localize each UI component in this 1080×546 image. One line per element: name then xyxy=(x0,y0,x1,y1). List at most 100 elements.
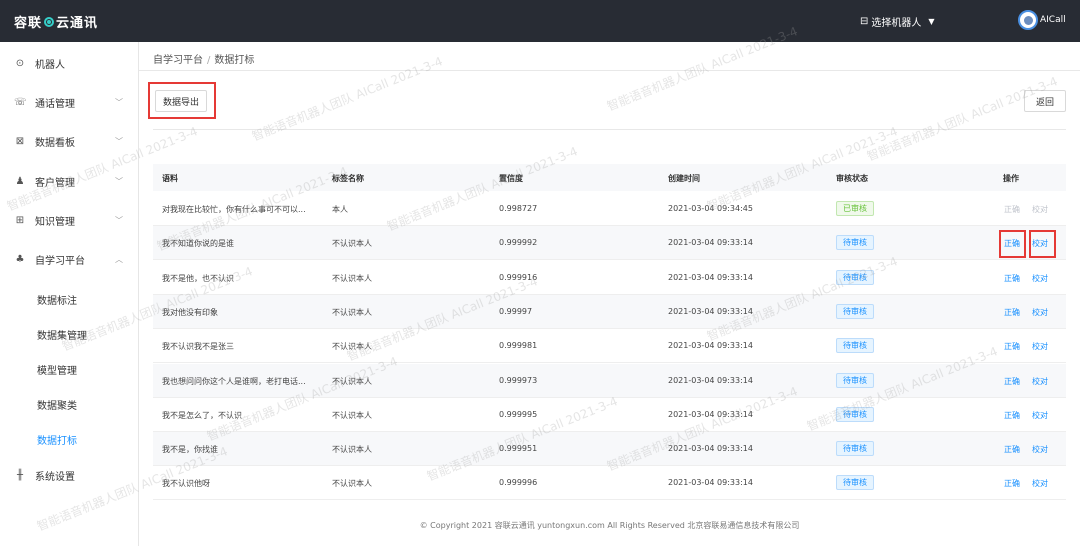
correct-button[interactable]: 正确 xyxy=(1004,273,1020,284)
proofread-button[interactable]: 校对 xyxy=(1032,478,1048,489)
sidebar-item-call-management[interactable]: ☏ 通话管理 ﹀ xyxy=(0,90,139,114)
column-header: 操作 xyxy=(1003,174,1019,183)
confidence-cell: 0.999996 xyxy=(499,478,538,488)
table-row: 我不认识他呀 不认识本人 0.999996 2021-03-04 09:33:14 待审… xyxy=(153,466,1066,501)
created-time-cell: 2021-03-04 09:33:14 xyxy=(668,478,753,488)
proofread-button[interactable]: 校对 xyxy=(1032,410,1048,421)
status-badge: 待审核 xyxy=(836,235,874,251)
highlight-box xyxy=(999,230,1026,258)
corpus-cell: 我不是他，也不认识 xyxy=(162,273,234,283)
sidebar-item-label: 系统设置 xyxy=(35,471,75,483)
table-row: 我对他没有印象 不认识本人 0.99997 2021-03-04 09:33:14 待审… xyxy=(153,294,1066,329)
proofread-button[interactable]: 校对 xyxy=(1032,273,1048,284)
proofread-button[interactable]: 校对 xyxy=(1032,444,1048,455)
proofread-button[interactable]: 校对 xyxy=(1032,307,1048,318)
status-badge: 待审核 xyxy=(836,372,874,388)
correct-button[interactable]: 正确 xyxy=(1004,376,1020,387)
breadcrumb: 自学习平台 / 数据打标 xyxy=(153,51,254,66)
sidebar-subitem-dataset-management[interactable]: 数据集管理 xyxy=(37,327,87,342)
settings-icon: ╫ xyxy=(16,469,24,481)
confidence-cell: 0.998727 xyxy=(499,204,538,213)
highlight-box xyxy=(1029,230,1056,258)
sidebar-subitem-data-tagging[interactable]: 数据打标 xyxy=(37,432,77,447)
tag-cell: 不认识本人 xyxy=(332,410,372,420)
tag-cell: 不认识本人 xyxy=(332,445,372,455)
corpus-cell: 对我现在比较忙，你有什么事可不可以... xyxy=(162,205,306,214)
robot-select-dropdown[interactable]: ⊟ 选择机器人 ▼ xyxy=(860,14,935,29)
book-icon: ⊞ xyxy=(15,214,25,226)
app-logo[interactable]: 容联 云通讯 xyxy=(14,12,98,31)
robot-icon: ⊟ xyxy=(860,16,869,27)
correct-button[interactable]: 正确 xyxy=(1004,410,1020,421)
sidebar-item-knowledge[interactable]: ⊞ 知识管理 ﹀ xyxy=(0,208,139,232)
sidebar-item-label: 自学习平台 xyxy=(35,255,85,267)
chevron-down-icon: ﹀ xyxy=(115,136,123,146)
status-badge: 待审核 xyxy=(836,441,874,457)
chevron-down-icon: ﹀ xyxy=(115,97,123,107)
breadcrumb-divider xyxy=(139,70,1080,71)
tag-cell: 本人 xyxy=(332,205,348,214)
logo-dot-icon xyxy=(44,16,55,27)
proofread-button[interactable]: 校对 xyxy=(1032,341,1048,352)
sidebar-item-label: 数据看板 xyxy=(35,137,75,149)
corpus-cell: 我不是怎么了，不认识 xyxy=(162,410,242,420)
sidebar-item-robot[interactable]: ⊙ 机器人 xyxy=(0,51,139,75)
confidence-cell: 0.999992 xyxy=(499,238,538,248)
phone-icon: ☏ xyxy=(14,96,27,108)
sidebar-subitem-model-management[interactable]: 模型管理 xyxy=(37,362,77,377)
tag-cell: 不认识本人 xyxy=(332,307,372,317)
chart-icon: ⊠ xyxy=(15,135,25,147)
correct-button[interactable]: 正确 xyxy=(1004,478,1020,489)
tag-cell: 不认识本人 xyxy=(332,479,372,489)
highlight-box xyxy=(148,82,216,119)
status-badge: 已审核 xyxy=(836,201,874,216)
correct-button[interactable]: 正确 xyxy=(1004,204,1020,215)
corpus-cell: 我不是，你找谁 xyxy=(162,445,218,455)
corpus-cell: 我也想问问你这个人是谁啊，老打电话... xyxy=(162,376,306,386)
proofread-button[interactable]: 校对 xyxy=(1032,376,1048,387)
table-header: 语料 标签名称 置信度 创建时间 审核状态 操作 xyxy=(153,164,1066,191)
confidence-cell: 0.999916 xyxy=(499,272,538,282)
correct-button[interactable]: 正确 xyxy=(1004,341,1020,352)
created-time-cell: 2021-03-04 09:33:14 xyxy=(668,409,753,419)
column-header: 审核状态 xyxy=(836,174,868,183)
breadcrumb-parent[interactable]: 自学习平台 xyxy=(153,55,203,66)
sidebar-item-settings[interactable]: ╫ 系统设置 xyxy=(0,463,139,487)
tag-cell: 不认识本人 xyxy=(332,342,372,352)
correct-button[interactable]: 正确 xyxy=(1004,307,1020,318)
confidence-cell: 0.999951 xyxy=(499,444,538,454)
column-header: 创建时间 xyxy=(668,174,700,183)
users-icon: ♟ xyxy=(15,175,25,187)
correct-button[interactable]: 正确 xyxy=(1004,444,1020,455)
created-time-cell: 2021-03-04 09:33:14 xyxy=(668,444,753,454)
caret-down-icon: ▼ xyxy=(928,17,935,26)
robot-icon: ⊙ xyxy=(15,57,25,69)
created-time-cell: 2021-03-04 09:33:14 xyxy=(668,272,753,282)
logo-text-right: 云通讯 xyxy=(56,16,99,31)
table-row: 我不是他，也不认识 不认识本人 0.999916 2021-03-04 09:33:1… xyxy=(153,261,1066,295)
back-button[interactable]: 返回 xyxy=(1024,90,1066,112)
table-row: 我不认识我不是张三 不认识本人 0.999981 2021-03-04 09:33:1… xyxy=(153,329,1066,364)
chevron-up-icon: ︿ xyxy=(115,254,123,264)
sidebar-item-label: 通话管理 xyxy=(35,98,75,110)
sidebar: ⊙ 机器人 ☏ 通话管理 ﹀ ⊠ 数据看板 ﹀ ♟ 客户管理 ﹀ ⊞ 知识管理 … xyxy=(0,42,139,546)
sidebar-item-self-learning[interactable]: ♣ 自学习平台 ︿ xyxy=(0,247,139,271)
corpus-cell: 我不知道你说的是谁 xyxy=(162,239,234,249)
tag-cell: 不认识本人 xyxy=(332,239,372,249)
breadcrumb-current: 数据打标 xyxy=(214,55,255,66)
robot-select-label: 选择机器人 xyxy=(871,18,922,29)
sidebar-subitem-data-clustering[interactable]: 数据聚类 xyxy=(37,397,77,412)
table-row: 对我现在比较忙，你有什么事可不可以... 本人 0.998727 2021-03-04… xyxy=(153,192,1066,226)
confidence-cell: 0.999981 xyxy=(499,341,538,351)
sidebar-item-customer[interactable]: ♟ 客户管理 ﹀ xyxy=(0,169,139,193)
column-header: 语料 xyxy=(162,174,178,183)
avatar xyxy=(1018,10,1038,30)
proofread-button[interactable]: 校对 xyxy=(1032,204,1048,215)
corpus-cell: 我不认识他呀 xyxy=(162,479,210,489)
sidebar-item-dashboard[interactable]: ⊠ 数据看板 ﹀ xyxy=(0,129,139,153)
table-row: 我也想问问你这个人是谁啊，老打电话... 不认识本人 0.999973 2021-03… xyxy=(153,363,1066,398)
sidebar-subitem-data-annotation[interactable]: 数据标注 xyxy=(37,292,77,307)
user-menu[interactable]: AICall xyxy=(1018,10,1066,30)
table-row: 我不是怎么了，不认识 不认识本人 0.999995 2021-03-04 09:33:… xyxy=(153,398,1066,432)
created-time-cell: 2021-03-04 09:33:14 xyxy=(668,341,753,351)
